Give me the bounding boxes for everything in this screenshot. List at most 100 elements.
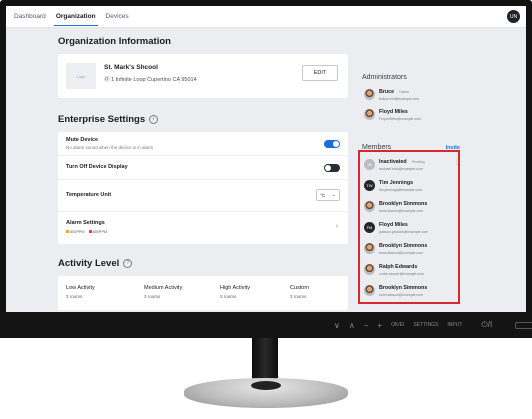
monitor-osd-buttons: ∨ ∧ − + OK/EI SETTINGS INPUT ⏻/I — [334, 319, 532, 331]
settings-card: Mute Device No alarm sound when the devi… — [58, 132, 348, 244]
temperature-unit-value: °C — [320, 192, 326, 198]
activity-low-value: 3 rooms — [66, 294, 83, 299]
activity-medium[interactable]: Medium Activity 3 rooms — [144, 285, 182, 299]
main-content: Organization Information Logo St. Mark's… — [52, 28, 348, 312]
osd-up-button[interactable]: ∧ — [349, 321, 355, 330]
activity-high-value: 3 rooms — [220, 294, 237, 299]
member-name: Tim Jennings — [379, 180, 414, 186]
members-title: Members — [362, 144, 392, 151]
tab-dashboard[interactable]: Dashboard — [12, 7, 48, 26]
activity-level-label: Activity Level — [58, 258, 120, 269]
toggle-knob — [325, 165, 331, 171]
tab-organization[interactable]: Organization — [53, 7, 98, 26]
avatar — [364, 264, 375, 275]
enterprise-settings-label: Enterprise Settings — [58, 114, 146, 125]
avatar — [364, 89, 375, 100]
activity-high-label: High Activity — [220, 285, 250, 291]
member-item[interactable]: IN Inactivated Pending michael.mitc@examp… — [362, 156, 472, 174]
display-off-label: Turn Off Device Display — [66, 164, 128, 170]
avatar: FM — [364, 222, 375, 233]
tab-devices[interactable]: Devices — [104, 7, 131, 26]
logo-placeholder: Logo — [66, 63, 96, 89]
activity-low-label: Low Activity — [66, 285, 95, 291]
member-item[interactable]: FM Floyd Miles jackson.graham@example.co… — [362, 219, 472, 237]
help-icon[interactable]: ? — [123, 258, 133, 268]
red-square-icon — [88, 230, 92, 233]
activity-custom[interactable]: Custom 3 rooms — [290, 285, 309, 299]
alarm-threshold-yellow: 800PPM — [66, 230, 85, 234]
mute-device-description: No alarm sound when the device is in ala… — [66, 145, 154, 150]
member-email: curtis.weaver@example.com — [379, 272, 424, 276]
app-screen: Dashboard Organization Devices UN Organi… — [6, 6, 526, 312]
admin-item[interactable]: Bruce Owner felicia.reid@example.com — [362, 86, 472, 104]
member-name: Floyd Miles — [379, 222, 408, 228]
avatar: TW — [364, 180, 375, 191]
member-name: Brooklyn Simmons — [379, 285, 428, 291]
mute-device-label: Mute Device — [66, 137, 99, 143]
stand-joint — [251, 381, 281, 390]
member-email: tim.jennings@example.com — [379, 188, 423, 192]
invite-link[interactable]: Invite — [446, 145, 460, 151]
info-icon[interactable]: i — [149, 114, 159, 124]
edit-button[interactable]: EDIT — [302, 65, 338, 81]
monitor-frame: Dashboard Organization Devices UN Organi… — [0, 0, 532, 338]
member-email: bond.lawson@example.com — [379, 251, 424, 255]
admin-item[interactable]: Floyd Miles Floyd.Miles@example.com — [362, 106, 472, 124]
activity-custom-label: Custom — [290, 285, 309, 291]
osd-down-button[interactable]: ∨ — [334, 321, 340, 330]
activity-card: Low Activity 3 rooms Medium Activity 3 r… — [58, 276, 348, 310]
alarm-settings-row[interactable]: Alarm Settings 800PPM 800PPM › — [58, 212, 348, 244]
osd-plus-button[interactable]: + — [377, 321, 382, 330]
organization-title: Organization Information — [58, 36, 171, 47]
display-off-row: Turn Off Device Display — [58, 156, 348, 180]
member-email: jackson.graham@example.com — [379, 230, 429, 234]
temperature-unit-row: Temperature Unit °C ⌄ — [58, 180, 348, 212]
organization-card: Logo St. Mark's Shcool Ⓞ 1 Infinite Loop… — [58, 54, 348, 98]
member-item[interactable]: Brooklyn Simmons bond.lawson@example.com — [362, 198, 472, 216]
yellow-square-icon — [66, 230, 69, 233]
temperature-unit-select[interactable]: °C ⌄ — [316, 189, 340, 201]
activity-medium-value: 3 rooms — [144, 294, 161, 299]
chevron-down-icon: ⌄ — [331, 192, 336, 197]
admin-name: Bruce Owner — [379, 89, 412, 95]
enterprise-settings-title: Enterprise Settings i — [58, 114, 159, 125]
school-address: Ⓞ 1 Infinite Loop Cupertino CA 95014 — [104, 77, 197, 83]
alarm-settings-label: Alarm Settings — [66, 220, 105, 226]
osd-power-button[interactable]: ⏻/I — [481, 320, 492, 330]
chevron-right-icon: › — [335, 223, 338, 230]
osd-ok-button[interactable]: OK/EI — [391, 322, 404, 328]
member-name: Brooklyn Simmons — [379, 201, 428, 207]
osd-settings-button[interactable]: SETTINGS — [413, 322, 438, 328]
member-item[interactable]: TW Tim Jennings tim.jennings@example.com — [362, 177, 472, 195]
avatar: IN — [364, 159, 375, 170]
member-item[interactable]: Brooklyn Simmons bond.lawson@example.com — [362, 240, 472, 258]
owner-badge: Owner — [397, 89, 412, 94]
member-name: Brooklyn Simmons — [379, 243, 428, 249]
top-navigation: Dashboard Organization Devices UN — [6, 6, 526, 28]
activity-custom-value: 3 rooms — [290, 294, 307, 299]
member-name: Ralph Edwards — [379, 264, 418, 270]
people-panel: Administrators Bruce Owner felicia.reid@e… — [362, 28, 474, 312]
member-item[interactable]: Brooklyn Simmons bond.lawson@example.com — [362, 282, 472, 300]
activity-high[interactable]: High Activity 3 rooms — [220, 285, 250, 299]
avatar — [364, 109, 375, 120]
member-item[interactable]: Ralph Edwards curtis.weaver@example.com — [362, 261, 472, 279]
temperature-unit-label: Temperature Unit — [66, 192, 112, 198]
osd-input-button[interactable]: INPUT — [447, 322, 462, 328]
avatar — [364, 243, 375, 254]
member-email: bond.lawson@example.com — [379, 209, 424, 213]
avatar — [364, 201, 375, 212]
alarm-thresholds: 800PPM 800PPM — [66, 230, 107, 234]
alarm-threshold-red: 800PPM — [88, 230, 107, 234]
member-email: michael.mitc@example.com — [379, 167, 423, 171]
user-avatar[interactable]: UN — [507, 10, 520, 23]
mute-device-row: Mute Device No alarm sound when the devi… — [58, 132, 348, 156]
mute-device-toggle[interactable] — [324, 140, 340, 148]
more-options-icon[interactable]: ⋮ — [454, 159, 460, 166]
display-off-toggle[interactable] — [324, 164, 340, 172]
school-name: St. Mark's Shcool — [104, 64, 158, 71]
osd-minus-button[interactable]: − — [364, 321, 369, 330]
activity-low[interactable]: Low Activity 3 rooms — [66, 285, 95, 299]
avatar — [364, 285, 375, 296]
admin-email: Floyd.Miles@example.com — [379, 117, 422, 121]
